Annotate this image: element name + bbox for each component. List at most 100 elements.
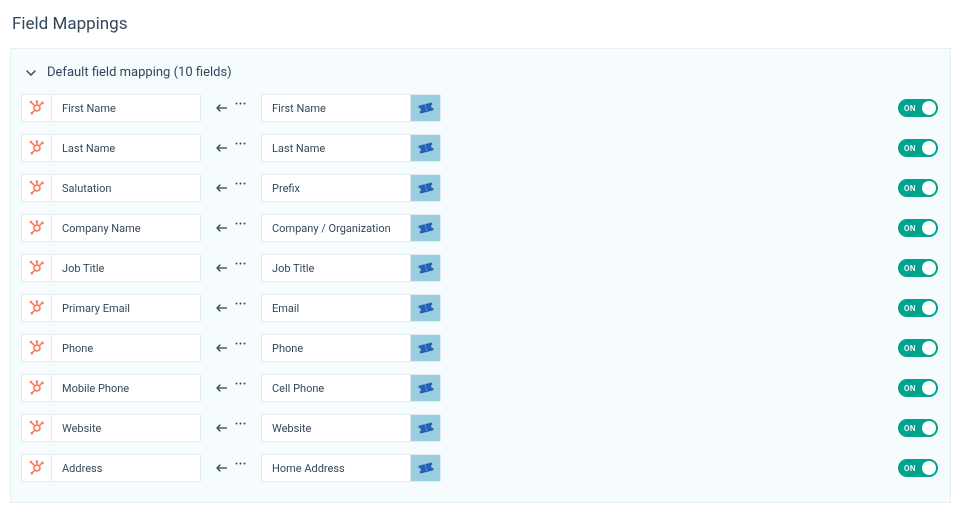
right-field-label: Home Address (262, 462, 355, 475)
left-field-box[interactable]: Primary Email (21, 294, 201, 322)
toggle-label: ON (904, 264, 916, 273)
left-field-box[interactable]: Salutation (21, 174, 201, 202)
left-field-label: Job Title (52, 262, 114, 275)
arrow-left-icon (215, 263, 229, 273)
right-field-label: First Name (262, 102, 336, 115)
toggle-knob (922, 301, 936, 315)
toggle-label: ON (904, 224, 916, 233)
right-field-box[interactable]: First Name (261, 94, 441, 122)
right-field-box[interactable]: Home Address (261, 454, 441, 482)
arrow-dots-icon: ••• (235, 420, 247, 430)
right-field-box[interactable]: Last Name (261, 134, 441, 162)
left-field-label: Salutation (52, 182, 121, 195)
toggle-label: ON (904, 144, 916, 153)
left-field-box[interactable]: Address (21, 454, 201, 482)
ticket-icon (410, 335, 440, 361)
arrow-left-icon (215, 343, 229, 353)
hubspot-icon (22, 95, 52, 121)
direction-arrow[interactable]: ••• (201, 383, 261, 393)
toggle-knob (922, 141, 936, 155)
left-field-label: Phone (52, 342, 103, 355)
right-field-label: Cell Phone (262, 382, 334, 395)
arrow-dots-icon: ••• (235, 180, 247, 190)
left-field-box[interactable]: Mobile Phone (21, 374, 201, 402)
enable-toggle[interactable]: ON (898, 99, 938, 117)
toggle-label: ON (904, 384, 916, 393)
right-field-box[interactable]: Website (261, 414, 441, 442)
ticket-icon (410, 175, 440, 201)
direction-arrow[interactable]: ••• (201, 103, 261, 113)
direction-arrow[interactable]: ••• (201, 303, 261, 313)
right-field-label: Company / Organization (262, 222, 401, 235)
enable-toggle[interactable]: ON (898, 379, 938, 397)
hubspot-icon (22, 295, 52, 321)
direction-arrow[interactable]: ••• (201, 343, 261, 353)
toggle-cell: ON (880, 299, 940, 317)
hubspot-icon (22, 375, 52, 401)
toggle-label: ON (904, 304, 916, 313)
left-field-box[interactable]: Last Name (21, 134, 201, 162)
toggle-knob (922, 341, 936, 355)
left-field-box[interactable]: Phone (21, 334, 201, 362)
section-toggle[interactable]: Default field mapping (10 fields) (21, 59, 940, 94)
enable-toggle[interactable]: ON (898, 259, 938, 277)
right-field-box[interactable]: Job Title (261, 254, 441, 282)
left-field-box[interactable]: Website (21, 414, 201, 442)
direction-arrow[interactable]: ••• (201, 183, 261, 193)
toggle-label: ON (904, 104, 916, 113)
left-field-box[interactable]: First Name (21, 94, 201, 122)
arrow-dots-icon: ••• (235, 460, 247, 470)
toggle-knob (922, 421, 936, 435)
enable-toggle[interactable]: ON (898, 339, 938, 357)
hubspot-icon (22, 335, 52, 361)
arrow-dots-icon: ••• (235, 140, 247, 150)
enable-toggle[interactable]: ON (898, 179, 938, 197)
enable-toggle[interactable]: ON (898, 459, 938, 477)
toggle-knob (922, 261, 936, 275)
right-field-box[interactable]: Phone (261, 334, 441, 362)
page-title: Field Mappings (10, 10, 951, 48)
ticket-icon (410, 455, 440, 481)
ticket-icon (410, 215, 440, 241)
hubspot-icon (22, 175, 52, 201)
ticket-icon (410, 95, 440, 121)
toggle-cell: ON (880, 339, 940, 357)
enable-toggle[interactable]: ON (898, 139, 938, 157)
arrow-left-icon (215, 143, 229, 153)
direction-arrow[interactable]: ••• (201, 423, 261, 433)
toggle-label: ON (904, 424, 916, 433)
left-field-label: Primary Email (52, 302, 140, 315)
toggle-cell: ON (880, 99, 940, 117)
mapping-row: Website ••• Website ON (21, 414, 940, 442)
mapping-row: Salutation ••• Prefix ON (21, 174, 940, 202)
arrow-dots-icon: ••• (235, 340, 247, 350)
right-field-label: Job Title (262, 262, 324, 275)
mapping-row: Primary Email ••• Email ON (21, 294, 940, 322)
arrow-left-icon (215, 223, 229, 233)
right-field-box[interactable]: Company / Organization (261, 214, 441, 242)
arrow-left-icon (215, 103, 229, 113)
arrow-left-icon (215, 463, 229, 473)
left-field-box[interactable]: Company Name (21, 214, 201, 242)
direction-arrow[interactable]: ••• (201, 263, 261, 273)
enable-toggle[interactable]: ON (898, 419, 938, 437)
right-field-box[interactable]: Cell Phone (261, 374, 441, 402)
toggle-cell: ON (880, 259, 940, 277)
enable-toggle[interactable]: ON (898, 219, 938, 237)
toggle-knob (922, 381, 936, 395)
ticket-icon (410, 375, 440, 401)
right-field-label: Website (262, 422, 321, 435)
enable-toggle[interactable]: ON (898, 299, 938, 317)
direction-arrow[interactable]: ••• (201, 463, 261, 473)
right-field-label: Email (262, 302, 309, 315)
left-field-label: Mobile Phone (52, 382, 139, 395)
right-field-box[interactable]: Prefix (261, 174, 441, 202)
toggle-cell: ON (880, 379, 940, 397)
toggle-label: ON (904, 184, 916, 193)
right-field-box[interactable]: Email (261, 294, 441, 322)
direction-arrow[interactable]: ••• (201, 223, 261, 233)
direction-arrow[interactable]: ••• (201, 143, 261, 153)
left-field-label: Last Name (52, 142, 125, 155)
left-field-box[interactable]: Job Title (21, 254, 201, 282)
arrow-dots-icon: ••• (235, 300, 247, 310)
